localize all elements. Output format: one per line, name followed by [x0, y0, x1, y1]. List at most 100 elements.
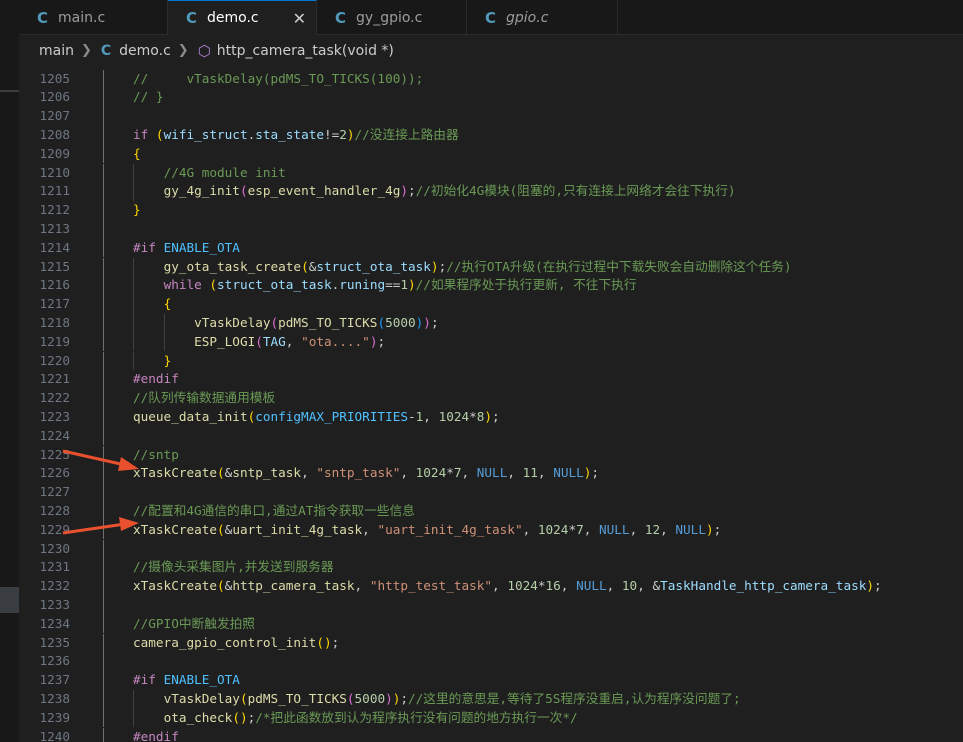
indent-guide: [103, 539, 104, 559]
strip-marker: [0, 587, 19, 613]
indent-guide: [103, 483, 104, 502]
code-token: (: [232, 709, 240, 725]
code-token: (: [239, 183, 248, 199]
code-token: xTaskCreate: [133, 578, 218, 594]
code-token: ): [705, 521, 714, 537]
code-token: ): [239, 709, 248, 725]
code-token: "ota....": [301, 333, 370, 349]
code-line[interactable]: 1226 xTaskCreate(&sntp_task, "sntp_task",…: [19, 464, 963, 484]
code-line[interactable]: 1228//配置和4G通信的串口,通过AT指令获取一些信息: [19, 501, 963, 521]
code-token: ENABLE_OTA: [163, 239, 240, 255]
code-token: 1024: [507, 578, 538, 594]
code-token: //配置和4G通信的串口,通过AT指令获取一些信息: [133, 502, 415, 518]
code-line[interactable]: 1235 camera_gpio_control_init();: [19, 633, 963, 653]
code-line[interactable]: 1215 gy_ota_task_create(&struct_ota_task…: [19, 257, 963, 277]
code-line[interactable]: 1216 while (struct_ota_task.runing==1)//…: [19, 276, 963, 296]
code-line[interactable]: 1218 vTaskDelay(pdMS_TO_TICKS(5000));: [19, 313, 963, 333]
code-token: 7: [576, 521, 584, 537]
code-token: ): [408, 277, 416, 293]
tab-demo-c[interactable]: C demo.c ✕: [168, 0, 317, 35]
code-line[interactable]: 1240 #endif: [19, 727, 963, 742]
line-number: 1208: [39, 126, 70, 142]
code-line[interactable]: 1222 //队列传输数据通用模板: [19, 389, 963, 408]
code-text: //配置和4G通信的串口,通过AT指令获取一些信息: [133, 502, 415, 521]
strip-marker: [0, 90, 19, 92]
code-token: ==: [385, 277, 401, 293]
code-line[interactable]: 1210 //4G module init: [19, 163, 963, 183]
code-line[interactable]: 1231 //摄像头采集图片,并发送到服务器: [19, 558, 963, 578]
code-token: ESP_LOGI: [194, 333, 256, 349]
code-line[interactable]: 1207: [19, 107, 963, 126]
indent-guide: [103, 201, 104, 220]
code-line[interactable]: 1232 xTaskCreate(&http_camera_task, "http…: [19, 577, 963, 596]
tab-label: gpio.c: [506, 9, 549, 26]
code-token: struct_ota_task: [316, 258, 431, 274]
tab-gpio-c[interactable]: C gpio.c: [467, 0, 618, 35]
breadcrumb-file[interactable]: demo.c: [119, 43, 171, 59]
code-token: ,: [537, 465, 554, 481]
breadcrumb-folder[interactable]: main: [39, 43, 74, 59]
code-line[interactable]: 1238 vTaskDelay(pdMS_TO_TICKS(5000));//这…: [19, 689, 963, 709]
code-line[interactable]: 1239 ota_check();/*把此函数放到认为程序执行没有问题的地方执行…: [19, 708, 963, 728]
code-token: ,: [606, 578, 622, 594]
code-token: ;: [591, 465, 600, 481]
code-line[interactable]: 1205 // vTaskDelay(pdMS_TO_TICKS(100));: [19, 69, 963, 89]
code-token: ,: [461, 465, 477, 481]
code-line[interactable]: 1217 {: [19, 295, 963, 314]
code-line[interactable]: 1225//sntp: [19, 445, 963, 465]
code-token: ): [400, 183, 409, 199]
code-line[interactable]: 1236: [19, 652, 963, 672]
code-line[interactable]: 1220 }: [19, 351, 963, 371]
code-line[interactable]: 1223 queue_data_init(configMAX_PRIORITIES…: [19, 407, 963, 427]
code-text: //4G module init: [133, 164, 286, 183]
code-token: if: [133, 126, 149, 142]
code-line[interactable]: 1212}: [19, 201, 963, 220]
indent-guide: [103, 182, 104, 202]
code-token: vTaskDelay: [194, 314, 271, 330]
code-line[interactable]: 1227: [19, 483, 963, 502]
line-number: 1233: [39, 596, 70, 612]
code-editor[interactable]: 1205// vTaskDelay(pdMS_TO_TICKS(100)); 12…: [19, 66, 963, 742]
code-token: ,: [362, 521, 378, 537]
code-line[interactable]: 1214 #if ENABLE_OTA: [19, 238, 963, 258]
code-line[interactable]: 1211 gy_4g_init(esp_event_handler_4g);//…: [19, 182, 963, 202]
code-line[interactable]: 1237 #if ENABLE_OTA: [19, 671, 963, 690]
code-text: ota_check();/*把此函数放到认为程序执行没有问题的地方执行一次*/: [133, 709, 578, 728]
code-line[interactable]: 1219 ESP_LOGI(TAG, "ota....");: [19, 332, 963, 352]
code-token: , &: [637, 578, 661, 594]
code-token: ;: [492, 408, 500, 424]
line-number: 1215: [39, 258, 70, 274]
code-token: ;: [408, 183, 416, 199]
code-token: ): [346, 126, 355, 142]
code-token: "uart_init_4g_task": [377, 521, 523, 537]
line-number: 1227: [39, 484, 70, 500]
indent-guide: [103, 163, 104, 183]
code-token: //没连接上路由器: [354, 126, 459, 142]
code-line[interactable]: 1234 //GPIO中断触发拍照: [19, 614, 963, 634]
indent-guide: [103, 614, 104, 634]
code-line[interactable]: 1206 // }: [19, 88, 963, 108]
code-token: ;: [331, 634, 340, 650]
code-line[interactable]: 1224: [19, 426, 963, 446]
code-line[interactable]: 1221 #endif: [19, 370, 963, 390]
code-token: 1024: [415, 465, 447, 481]
code-text: //队列传输数据通用模板: [133, 389, 275, 408]
close-icon[interactable]: ✕: [293, 9, 306, 28]
code-token: !=: [323, 126, 340, 142]
code-line[interactable]: 1230: [19, 539, 963, 559]
code-line[interactable]: 1213: [19, 219, 963, 239]
breadcrumb-symbol[interactable]: http_camera_task(void *): [217, 43, 394, 59]
code-line[interactable]: 1229 xTaskCreate(&uart_init_4g_task, "uar…: [19, 520, 963, 540]
tab-label: demo.c: [207, 10, 259, 26]
tab-gy-gpio-c[interactable]: C gy_gpio.c: [317, 0, 467, 35]
code-token: wifi_struct: [163, 126, 248, 142]
code-line[interactable]: 1208 if (wifi_struct.sta_state!=2)//没连接上路…: [19, 125, 963, 145]
line-number: 1230: [39, 540, 70, 556]
code-token: #endif: [133, 371, 179, 387]
code-line[interactable]: 1233: [19, 595, 963, 615]
code-text: #endif: [133, 728, 179, 742]
tab-main-c[interactable]: C main.c: [19, 0, 168, 35]
code-line[interactable]: 1209 {: [19, 144, 963, 164]
